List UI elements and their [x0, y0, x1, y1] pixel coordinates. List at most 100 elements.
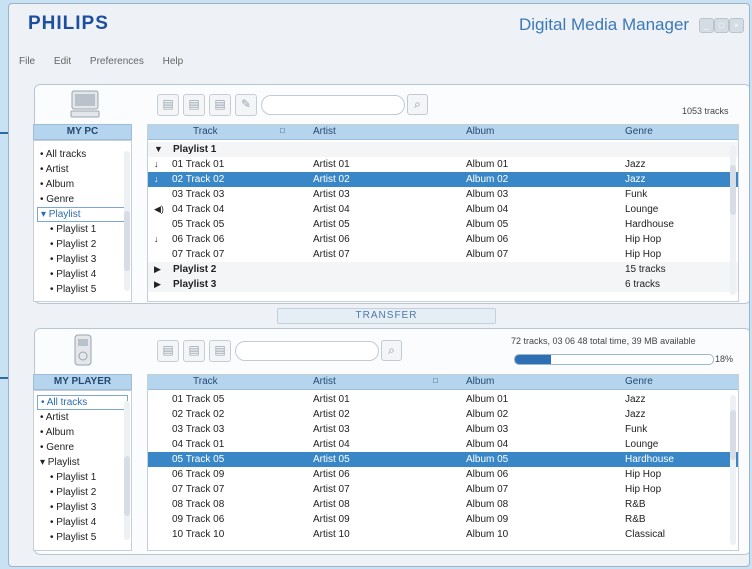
table-row[interactable]: 02 Track 02 Artist 02 Album 02 Jazz — [148, 407, 738, 422]
cell-track: 02 Track 02 — [172, 174, 225, 185]
table-row[interactable]: 01 Track 05 Artist 01 Album 01 Jazz — [148, 392, 738, 407]
pc-search-icon[interactable]: ⌕ — [407, 94, 428, 115]
table-row[interactable]: ↓ 02 Track 02 Artist 02 Album 02 Jazz — [148, 172, 738, 187]
maximize-icon[interactable]: □ — [714, 18, 729, 33]
cell-album: Album 07 — [466, 484, 509, 495]
table-row[interactable]: 10 Track 10 Artist 10 Album 10 Classical — [148, 527, 738, 542]
cell-track: 01 Track 01 — [172, 159, 225, 170]
cell-artist: Artist 10 — [313, 529, 350, 540]
sidebar-item[interactable]: • Album — [34, 425, 131, 440]
cell-album: Album 01 — [466, 394, 509, 405]
col-album[interactable]: Album — [466, 126, 494, 137]
cell-artist: Artist 05 — [313, 454, 350, 465]
sort-icon[interactable]: □ — [433, 376, 438, 385]
table-row[interactable]: 09 Track 06 Artist 09 Album 09 R&B — [148, 512, 738, 527]
col-album[interactable]: Album — [466, 376, 494, 387]
sidebar-item[interactable]: • All tracks — [34, 147, 131, 162]
table-row[interactable]: 07 Track 07 Artist 07 Album 07 Hip Hop — [148, 482, 738, 497]
menu-help[interactable]: Help — [163, 56, 184, 67]
sidebar-item[interactable]: • Playlist 1 — [34, 470, 131, 485]
cell-artist: Artist 08 — [313, 499, 350, 510]
table-row[interactable]: 08 Track 08 Artist 08 Album 08 R&B — [148, 497, 738, 512]
table-row[interactable]: 04 Track 01 Artist 04 Album 04 Lounge — [148, 437, 738, 452]
sidebar-item[interactable]: • Playlist 3 — [34, 252, 131, 267]
playlist-group-row[interactable]: ▼ Playlist 1 — [148, 142, 738, 157]
new-playlist-button[interactable]: ▤ — [183, 94, 205, 116]
cell-track: 06 Track 09 — [172, 469, 225, 480]
sidebar-item[interactable]: • All tracks — [37, 395, 128, 410]
player-table-scrollbar[interactable] — [730, 395, 736, 545]
col-artist[interactable]: Artist — [313, 126, 336, 137]
cell-track: Playlist 1 — [173, 144, 217, 155]
table-row[interactable]: ◀) 04 Track 04 Artist 04 Album 04 Lounge — [148, 202, 738, 217]
sidebar-item[interactable]: • Genre — [34, 440, 131, 455]
player-add-button[interactable]: ▤ — [157, 340, 179, 362]
pc-sidebar-scrollbar[interactable] — [124, 151, 130, 291]
col-track[interactable]: Track — [193, 126, 218, 137]
cell-album: Album 01 — [466, 159, 509, 170]
row-marker-icon: ↓ — [154, 234, 159, 244]
sidebar-item[interactable]: • Genre — [34, 192, 131, 207]
col-genre[interactable]: Genre — [625, 376, 653, 387]
sidebar-item[interactable]: • Playlist 2 — [34, 237, 131, 252]
cell-artist: Artist 02 — [313, 409, 350, 420]
menu-preferences[interactable]: Preferences — [90, 56, 144, 67]
transfer-button[interactable]: TRANSFER — [277, 308, 496, 324]
pc-table-scrollbar[interactable] — [730, 145, 736, 295]
table-row[interactable]: 03 Track 03 Artist 03 Album 03 Funk — [148, 422, 738, 437]
pc-table-header: Track □ Artist Album Genre — [148, 125, 738, 140]
cell-genre: 6 tracks — [625, 279, 661, 290]
cell-track: 07 Track 07 — [172, 484, 225, 495]
cell-artist: Artist 05 — [313, 219, 350, 230]
row-marker-icon: ◀) — [154, 204, 164, 214]
table-row[interactable]: ↓ 06 Track 06 Artist 06 Album 06 Hip Hop — [148, 232, 738, 247]
table-row[interactable]: ↓ 01 Track 01 Artist 01 Album 01 Jazz — [148, 157, 738, 172]
cell-genre: R&B — [625, 499, 646, 510]
player-sidebar-scrollbar[interactable] — [124, 401, 130, 540]
cell-genre: Hardhouse — [625, 454, 674, 465]
player-new-playlist-button[interactable]: ▤ — [183, 340, 205, 362]
player-search-icon[interactable]: ⌕ — [381, 340, 402, 361]
playlist-group-row[interactable]: ▶ Playlist 2 15 tracks — [148, 262, 738, 277]
player-search-input[interactable] — [235, 341, 379, 361]
sidebar-item[interactable]: ▾ Playlist — [34, 455, 131, 470]
edit-button[interactable]: ✎ — [235, 94, 257, 116]
cell-track: 02 Track 02 — [172, 409, 225, 420]
sidebar-item[interactable]: • Playlist 1 — [34, 222, 131, 237]
sidebar-item[interactable]: ▾ Playlist — [37, 207, 128, 222]
cell-artist: Artist 02 — [313, 174, 350, 185]
sidebar-item[interactable]: • Artist — [34, 410, 131, 425]
sidebar-item[interactable]: • Playlist 2 — [34, 485, 131, 500]
cell-track: 04 Track 01 — [172, 439, 225, 450]
add-to-playlist-button[interactable]: ▤ — [157, 94, 179, 116]
menu-edit[interactable]: Edit — [54, 56, 71, 67]
cell-artist: Artist 09 — [313, 514, 350, 525]
sidebar-item[interactable]: • Album — [34, 177, 131, 192]
sidebar-item[interactable]: • Playlist 4 — [34, 267, 131, 282]
remove-button[interactable]: ▤ — [209, 94, 231, 116]
table-row[interactable]: 07 Track 07 Artist 07 Album 07 Hip Hop — [148, 247, 738, 262]
col-artist[interactable]: Artist — [313, 376, 336, 387]
close-icon[interactable]: × — [729, 18, 744, 33]
table-row[interactable]: 03 Track 03 Artist 03 Album 03 Funk — [148, 187, 738, 202]
table-row[interactable]: 05 Track 05 Artist 05 Album 05 Hardhouse — [148, 452, 738, 467]
table-row[interactable]: 05 Track 05 Artist 05 Album 05 Hardhouse — [148, 217, 738, 232]
sort-icon[interactable]: □ — [280, 126, 285, 135]
playlist-group-row[interactable]: ▶ Playlist 3 6 tracks — [148, 277, 738, 292]
sidebar-item[interactable]: • Playlist 5 — [34, 530, 131, 545]
sidebar-item[interactable]: • Playlist 3 — [34, 500, 131, 515]
table-row[interactable]: 06 Track 09 Artist 06 Album 06 Hip Hop — [148, 467, 738, 482]
menu-file[interactable]: File — [19, 56, 35, 67]
minimize-icon[interactable]: _ — [699, 18, 714, 33]
cell-track: 04 Track 04 — [172, 204, 225, 215]
computer-icon — [70, 90, 100, 118]
player-remove-button[interactable]: ▤ — [209, 340, 231, 362]
sidebar-item[interactable]: • Artist — [34, 162, 131, 177]
col-track[interactable]: Track — [193, 376, 218, 387]
sidebar-item[interactable]: • Playlist 5 — [34, 282, 131, 297]
col-genre[interactable]: Genre — [625, 126, 653, 137]
cell-album: Album 06 — [466, 469, 509, 480]
app-window: PHILIPS Digital Media Manager _ □ × File… — [8, 3, 750, 567]
sidebar-item[interactable]: • Playlist 4 — [34, 515, 131, 530]
pc-search-input[interactable] — [261, 95, 405, 115]
